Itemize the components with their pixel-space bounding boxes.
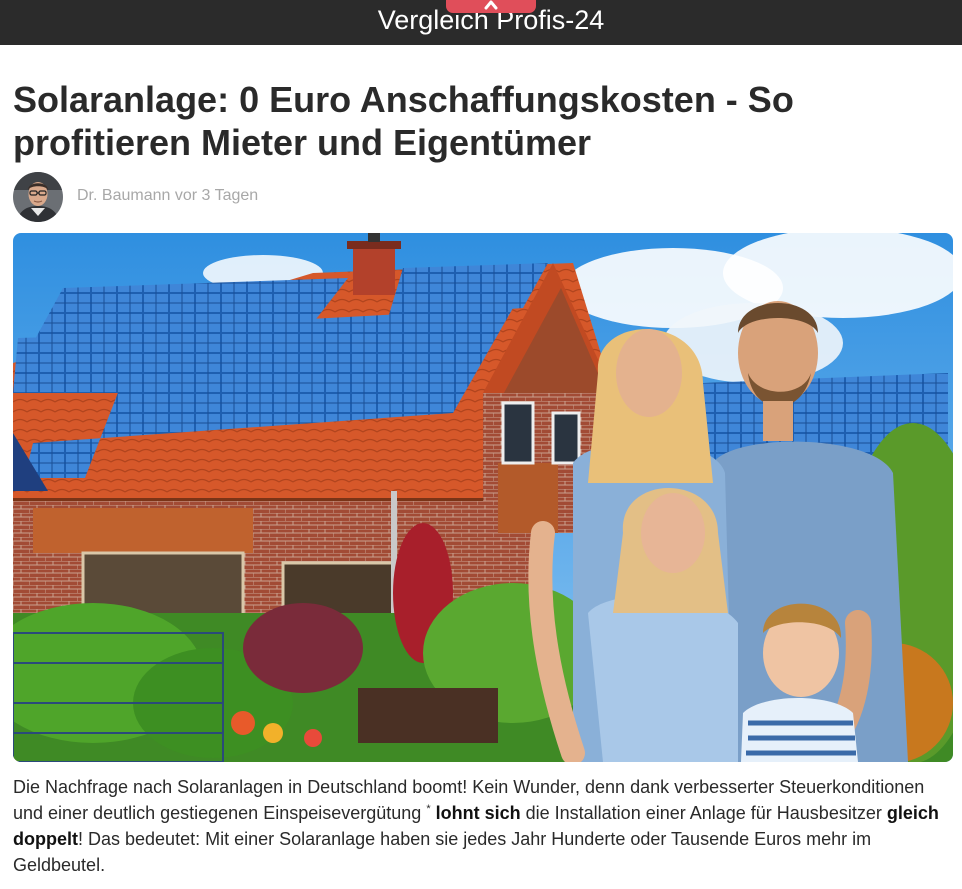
collapse-tab[interactable] [446, 0, 536, 13]
article-body: Die Nachfrage nach Solaranlagen in Deuts… [13, 774, 953, 878]
article-title: Solaranlage: 0 Euro Anschaffungskosten -… [13, 79, 794, 163]
article-meta: Dr. Baumann vor 3 Tagen [77, 186, 258, 206]
publish-time: vor 3 Tagen [174, 187, 259, 204]
body-text-2: die Installation einer Anlage für Hausbe… [525, 803, 882, 823]
hero-image [13, 233, 953, 762]
body-text-3: ! Das bedeutet: Mit einer Solaranlage ha… [13, 829, 872, 875]
author-name[interactable]: Dr. Baumann [77, 187, 170, 204]
body-bold-1: lohnt sich [435, 803, 521, 823]
author-avatar [13, 172, 63, 222]
footnote-marker: * [426, 803, 431, 815]
top-bar: Vergleich Profis-24 [0, 0, 962, 45]
chevron-up-icon [484, 0, 498, 10]
